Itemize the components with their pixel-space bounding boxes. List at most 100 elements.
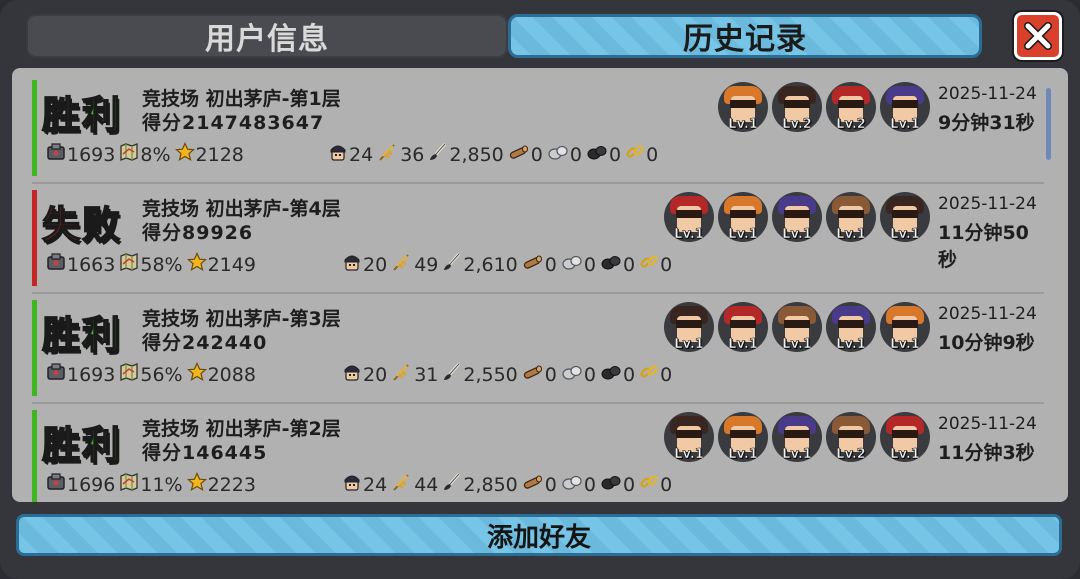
- orange-hat-hero-icon[interactable]: Lv.1: [718, 192, 768, 242]
- stat-value: 0: [544, 473, 557, 496]
- black-hair-hero-icon[interactable]: Lv.1: [880, 192, 930, 242]
- chain-icon: [639, 362, 659, 387]
- record-divider: [32, 402, 1044, 404]
- history-list[interactable]: 胜利 竞技场 初出茅庐-第1层 得分2147483647 2025-11-24 9分钟3…: [12, 68, 1068, 502]
- black-hair-hero-icon[interactable]: Lv.1: [664, 302, 714, 352]
- stat-value: 0: [660, 253, 673, 276]
- stat-wheat: 49: [391, 252, 438, 277]
- purple-hat-hero-icon[interactable]: Lv.1: [826, 302, 876, 352]
- hero-lineup: Lv.1 Lv.1 Lv.1 Lv.2 Lv.1: [664, 412, 934, 462]
- star-icon: [186, 472, 207, 497]
- stats-primary: 1663 58% 2149: [46, 252, 260, 277]
- star-icon: [186, 252, 207, 277]
- result-label: 胜利: [41, 422, 123, 468]
- hero-hair: [784, 100, 810, 108]
- add-friend-label: 添加好友: [486, 522, 591, 553]
- record-divider: [32, 292, 1044, 294]
- red-hat-hero-icon[interactable]: Lv.1: [880, 412, 930, 462]
- scrollbar[interactable]: [1046, 88, 1051, 160]
- stat-value: 2128: [195, 143, 244, 166]
- chain-icon: [625, 142, 645, 167]
- stat-chain: 0: [639, 362, 672, 387]
- red-hat-hero-icon[interactable]: Lv.1: [718, 302, 768, 352]
- purple-hat-hero-icon[interactable]: Lv.1: [772, 412, 822, 462]
- stat-star: 2223: [186, 472, 256, 497]
- stat-wood: 0: [522, 472, 557, 497]
- tab-user-info[interactable]: 用户信息: [26, 14, 508, 58]
- hero-hair: [730, 430, 756, 438]
- hero-level: Lv.1: [890, 447, 920, 462]
- add-friend-button[interactable]: 添加好友: [16, 514, 1062, 556]
- black-hair-hero-icon[interactable]: Lv.2: [772, 82, 822, 132]
- tower-icon: [46, 252, 66, 277]
- tower-icon: [46, 472, 66, 497]
- hero-hair: [892, 100, 918, 108]
- red-hat-hero-icon[interactable]: Lv.1: [664, 192, 714, 242]
- orange-hat-hero-icon[interactable]: Lv.1: [880, 302, 930, 352]
- stat-map: 58%: [119, 252, 183, 277]
- crossbow-hero-icon[interactable]: Lv.1: [772, 302, 822, 352]
- stat-trophy: 1693: [46, 362, 115, 387]
- history-record[interactable]: 胜利 竞技场 初出茅庐-第1层 得分2147483647 2025-11-24 9分钟3…: [32, 80, 1044, 180]
- score: 得分146445: [142, 442, 268, 464]
- wood-icon: [508, 142, 530, 167]
- stats-resources: 20 49 2,610 0 0 0 0: [342, 252, 676, 277]
- brush-icon: [442, 362, 462, 387]
- stat-brush: 2,550: [442, 362, 518, 387]
- stat-chain: 0: [625, 142, 658, 167]
- stat-chain: 0: [639, 252, 672, 277]
- hero-lineup: Lv.1 Lv.1 Lv.1 Lv.1 Lv.1: [664, 302, 934, 352]
- wood-icon: [522, 362, 544, 387]
- stat-wood: 0: [522, 362, 557, 387]
- hero-level: Lv.1: [890, 227, 920, 242]
- hero-hair: [838, 100, 864, 108]
- stat-value: 0: [646, 143, 659, 166]
- hero-hair: [784, 320, 810, 328]
- hero-level: Lv.1: [836, 227, 866, 242]
- tower-icon: [46, 142, 66, 167]
- history-record[interactable]: 胜利 竞技场 初出茅庐-第2层 得分146445 2025-11-24 11分钟3秒 Lv…: [32, 410, 1044, 502]
- history-record[interactable]: 胜利 竞技场 初出茅庐-第3层 得分242440 2025-11-24 10分钟9秒 Lv…: [32, 300, 1044, 400]
- stone-icon: [561, 362, 583, 387]
- coal-icon: [600, 252, 622, 277]
- hero-hair: [730, 100, 756, 108]
- score: 得分2147483647: [142, 112, 325, 134]
- history-record[interactable]: 失败 竞技场 初出茅庐-第4层 得分89926 2025-11-24 11分钟50秒 Lv…: [32, 190, 1044, 290]
- result-label: 失败: [41, 202, 123, 248]
- stat-star: 2128: [174, 142, 244, 167]
- hero-hair: [892, 320, 918, 328]
- stat-value: 58%: [140, 253, 183, 276]
- tab-history[interactable]: 历史记录: [508, 14, 982, 58]
- purple-hat-hero-icon[interactable]: Lv.1: [772, 192, 822, 242]
- record-duration: 11分钟50秒: [938, 222, 1029, 271]
- stat-trophy: 1696: [46, 472, 115, 497]
- hero-count-icon: [342, 362, 362, 387]
- crossbow-hero-icon[interactable]: Lv.2: [826, 412, 876, 462]
- wheat-icon: [391, 362, 413, 387]
- stats-primary: 1693 8% 2128: [46, 142, 248, 167]
- coal-icon: [586, 142, 608, 167]
- hero-level: Lv.1: [890, 117, 920, 132]
- stat-stone: 0: [561, 362, 596, 387]
- wheat-icon: [377, 142, 399, 167]
- orange-hat-hero-icon[interactable]: Lv.1: [718, 82, 768, 132]
- crossbow-hero-icon[interactable]: Lv.1: [826, 192, 876, 242]
- purple-hat-hero-icon[interactable]: Lv.1: [880, 82, 930, 132]
- close-button[interactable]: [1014, 12, 1062, 60]
- hero-level: Lv.1: [728, 117, 758, 132]
- stat-stone: 0: [561, 472, 596, 497]
- hero-hair: [730, 320, 756, 328]
- hero-level: Lv.1: [728, 337, 758, 352]
- record-date: 2025-11-24: [938, 414, 1037, 434]
- stat-value: 31: [414, 363, 439, 386]
- hero-hair: [676, 210, 702, 218]
- black-hair-hero-icon[interactable]: Lv.1: [664, 412, 714, 462]
- stat-value: 1693: [67, 143, 116, 166]
- stat-wheat: 36: [377, 142, 424, 167]
- orange-hat-hero-icon[interactable]: Lv.1: [718, 412, 768, 462]
- hero-level: Lv.1: [674, 447, 704, 462]
- tower-icon: [46, 362, 66, 387]
- wheat-icon: [391, 252, 413, 277]
- stat-wheat: 31: [391, 362, 438, 387]
- red-hat-hero-icon[interactable]: Lv.2: [826, 82, 876, 132]
